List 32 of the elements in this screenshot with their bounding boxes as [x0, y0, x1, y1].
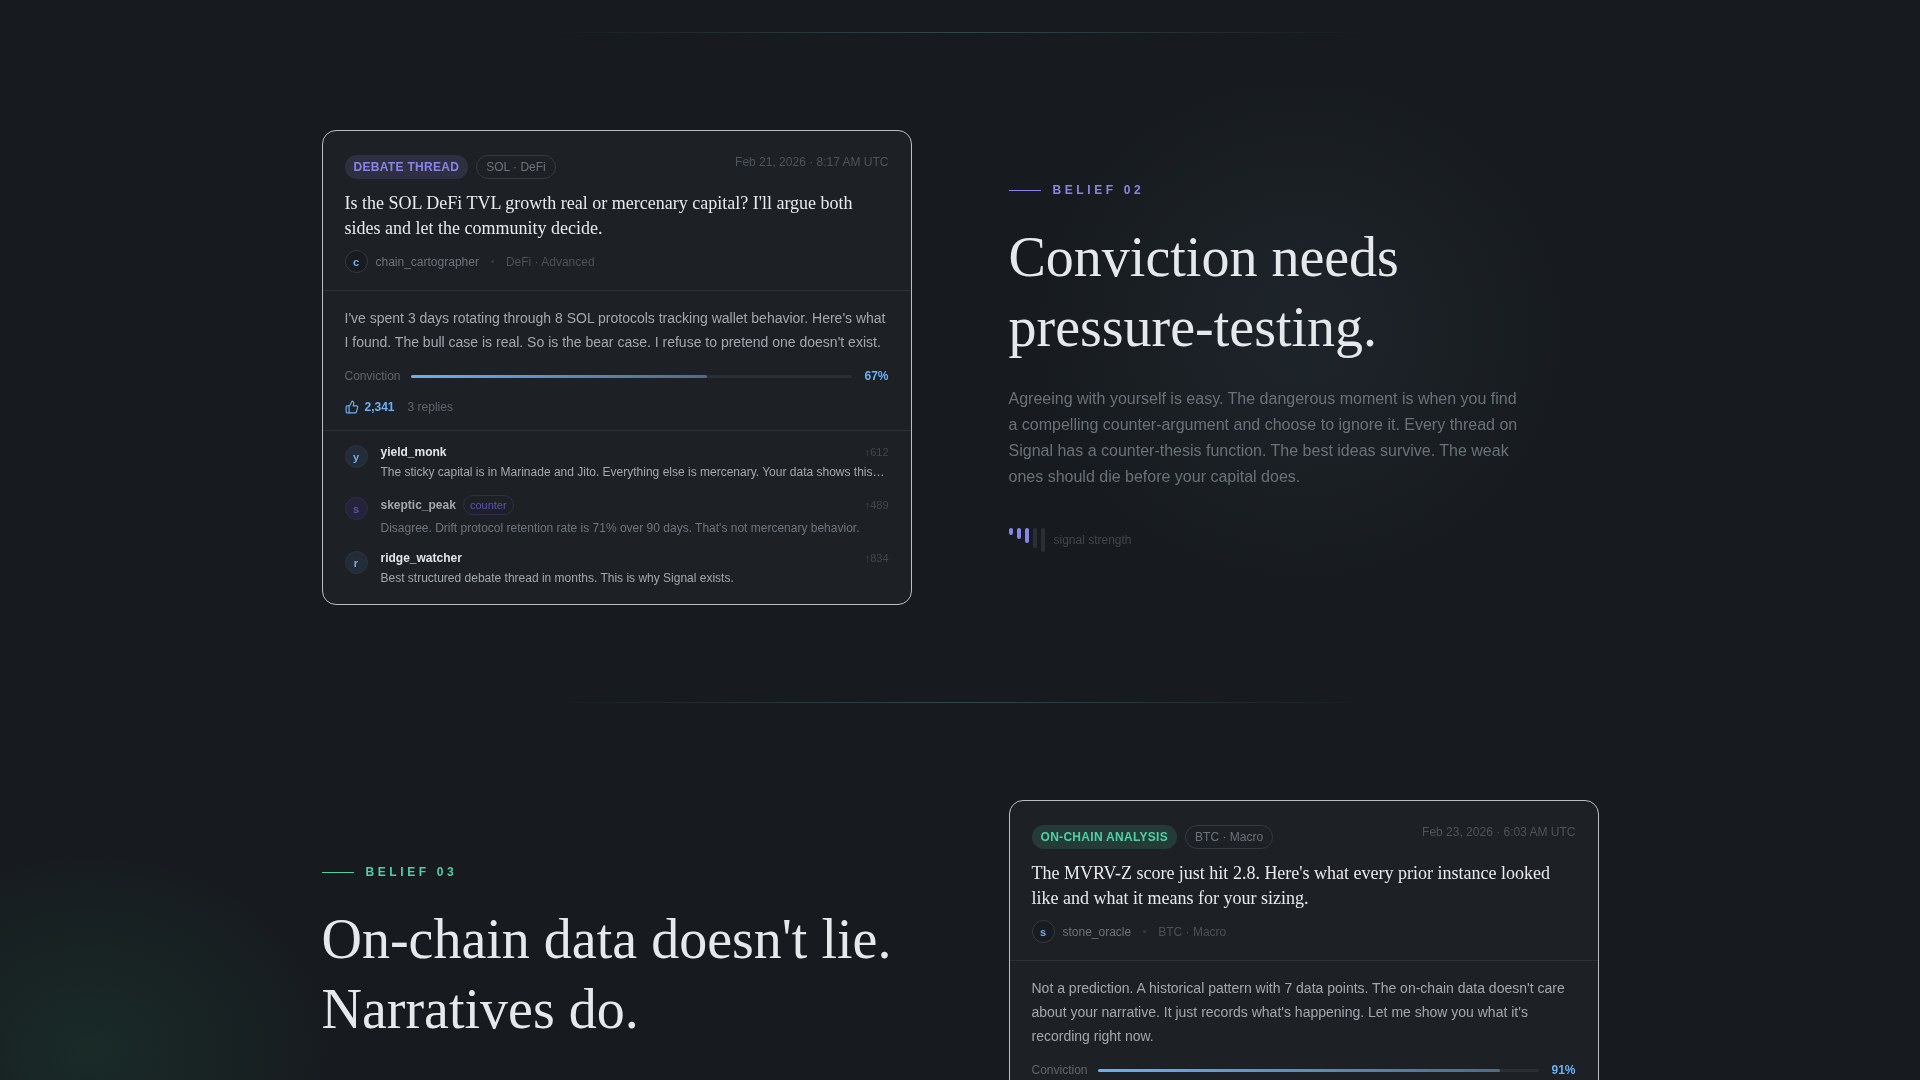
post-body: Not a prediction. A historical pattern with 7 data points. The on-chain data doesn't care about your narrative. It just records what's happening. Let me show you what it's recording right now. [1031, 979, 1566, 1046]
reply-avatar: s [344, 497, 368, 520]
reply-count: 3 replies [407, 400, 453, 414]
author-avatar: s [1031, 920, 1055, 943]
reply-author[interactable]: skeptic_peak [380, 498, 456, 512]
conviction-value: 91% [1551, 1063, 1576, 1077]
author-avatar: c [344, 250, 368, 273]
author-name[interactable]: chain_cartographer [375, 254, 479, 269]
reply-author[interactable]: yield_monk [380, 445, 447, 459]
reply-avatar: y [344, 445, 368, 468]
belief-text: Agreeing with yourself is easy. The dangerous moment is when you find a compelling counter-argument and choose to ignore it. Every thread on Signal has a counter-thesis function. The best ideas survive. The weak ones should die before your capital does. [1008, 389, 1519, 487]
belief-label: BELIEF 03 [365, 865, 458, 879]
reply-author[interactable]: ridge_watcher [380, 551, 462, 565]
author-name[interactable]: stone_oracle [1062, 924, 1132, 939]
belief-heading: Conviction needs pressure-testing. [1008, 225, 1400, 360]
like-button[interactable]: 2,341 [344, 400, 395, 414]
post-title: The MVRV-Z score just hit 2.8. Here's what every prior instance looked like and what it means for your sizing. [1031, 862, 1551, 910]
conviction-label: Conviction [344, 369, 401, 383]
reply-text: Best structured debate thread in months. This is why Signal exists. [380, 570, 735, 586]
thumbs-up-icon [344, 400, 359, 414]
post-body: I've spent 3 days rotating through 8 SOL protocols tracking wallet behavior. Here's what I found. The bull case is real. So is the bear case. I refuse to pretend one doesn't exist. [344, 309, 887, 352]
conviction-value: 67% [864, 369, 889, 383]
category-badge: DEBATE THREAD [344, 155, 469, 179]
belief-label: BELIEF 02 [1052, 183, 1145, 197]
belief-heading: On-chain data doesn't lie. Narratives do. [321, 907, 893, 1042]
conviction-label: Conviction [1031, 1063, 1088, 1077]
reply-text: The sticky capital is in Marinade and Jito. Everything else is mercenary. Your data shows this… [380, 464, 886, 480]
reply-text: Disagree. Drift protocol retention rate is 71% over 90 days. That's not mercenary behavior. [380, 520, 861, 536]
post-title: Is the SOL DeFi TVL growth real or mercenary capital? I'll argue both sides and let the community decide. [344, 192, 854, 240]
reply-avatar: r [344, 551, 368, 574]
category-badge: ON-CHAIN ANALYSIS [1031, 825, 1178, 849]
signal-bars-icon [1008, 528, 1045, 552]
